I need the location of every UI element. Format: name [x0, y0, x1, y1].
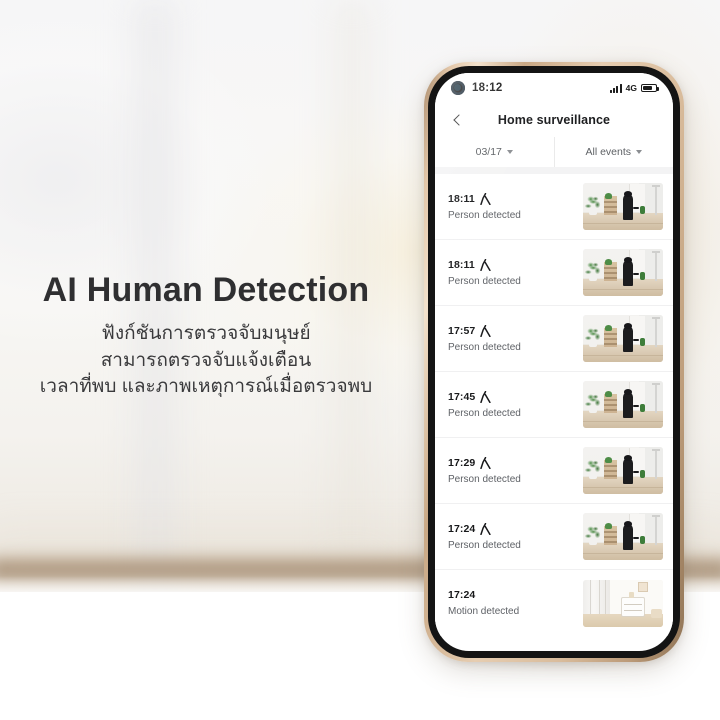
event-time-line: 18:11: [448, 258, 521, 271]
thumbnail-scene-room-person: [583, 381, 663, 428]
event-text: 17:24 Person detected: [448, 522, 521, 551]
table-row[interactable]: 17:45 Person detected: [435, 372, 673, 438]
event-label: Person detected: [448, 473, 521, 485]
thumbnail-scene-bright-room: [583, 579, 663, 627]
status-bar: 18:12 4G: [435, 73, 673, 103]
event-thumbnail[interactable]: [583, 513, 663, 560]
event-label: Person detected: [448, 341, 521, 353]
subcopy-line-1: ฟังก์ชันการตรวจจับมนุษย์: [101, 323, 311, 345]
thumbnail-scene-room-person: [583, 447, 663, 494]
event-list: 18:11 Person detected 18:11 Person detec…: [435, 174, 673, 636]
event-label: Person detected: [448, 209, 521, 221]
subcopy-line-3: เวลาที่พบ และภาพเหตุการณ์เมื่อตรวจพบ: [39, 375, 373, 397]
screen-title: Home surveillance: [497, 113, 611, 127]
status-bar-time: 18:12: [472, 82, 503, 94]
app-nav-bar: Home surveillance: [435, 103, 673, 137]
person-detected-icon: [480, 390, 492, 403]
event-text: 17:29 Person detected: [448, 456, 521, 485]
event-label: Person detected: [448, 275, 521, 287]
table-row[interactable]: 17:57 Person detected: [435, 306, 673, 372]
table-row[interactable]: 17:29 Person detected: [435, 438, 673, 504]
event-time: 17:24: [448, 589, 476, 601]
table-row[interactable]: 18:11 Person detected: [435, 240, 673, 306]
event-thumbnail[interactable]: [583, 447, 663, 494]
subcopy-line-2: สามารถตรวจจับแจ้งเตือน: [100, 349, 312, 371]
event-time: 17:24: [448, 522, 476, 535]
caret-down-icon: [506, 150, 513, 154]
battery-icon: [641, 83, 659, 93]
filter-divider-strip: [435, 167, 673, 174]
event-label: Motion detected: [448, 606, 520, 617]
event-time-line: 18:11: [448, 192, 521, 205]
event-text: 17:57 Person detected: [448, 324, 521, 353]
promo-banner: AI Human Detection ฟังก์ชันการตรวจจับมนุ…: [0, 0, 720, 720]
marketing-copy: AI Human Detection ฟังก์ชันการตรวจจับมนุ…: [0, 271, 412, 400]
event-time-line: 17:24: [448, 522, 521, 535]
person-detected-icon: [480, 192, 491, 205]
date-filter-label: 03/17: [475, 146, 502, 158]
event-label: Person detected: [448, 539, 521, 551]
thumbnail-scene-room-person: [583, 249, 663, 296]
person-detected-icon: [480, 324, 492, 337]
caret-down-icon: [636, 150, 643, 154]
person-detected-icon: [480, 258, 491, 271]
event-thumbnail[interactable]: [583, 315, 663, 362]
chevron-left-icon: [452, 114, 465, 126]
event-text: 17:24 Motion detected: [448, 589, 519, 617]
event-time: 17:45: [448, 390, 476, 403]
filter-bar: 03/17 All events: [435, 137, 673, 167]
event-thumbnail[interactable]: [583, 183, 663, 230]
table-row[interactable]: 18:11 Person detected: [435, 174, 673, 240]
event-thumbnail[interactable]: [583, 249, 663, 296]
front-camera-punch-hole-icon: [451, 81, 465, 95]
phone-mockup: 18:12 4G Home surveillance 03/17 All eve…: [424, 62, 684, 662]
thumbnail-scene-room-person: [583, 315, 663, 362]
signal-bars-icon: [610, 83, 622, 93]
event-time: 18:11: [448, 258, 475, 271]
page-title: AI Human Detection: [42, 271, 370, 309]
table-row[interactable]: 17:24 Person detected: [435, 504, 673, 570]
event-time: 17:57: [448, 324, 476, 337]
event-text: 17:45 Person detected: [448, 390, 521, 419]
status-bar-left: 18:12: [451, 81, 502, 95]
event-thumbnail[interactable]: [583, 381, 663, 428]
event-time-line: 17:24: [448, 589, 519, 601]
event-time: 17:29: [448, 456, 476, 469]
event-time: 18:11: [448, 192, 475, 205]
table-row[interactable]: 17:24 Motion detected: [435, 570, 673, 636]
event-time-line: 17:29: [448, 456, 521, 469]
person-detected-icon: [480, 456, 492, 469]
event-time-line: 17:45: [448, 390, 521, 403]
phone-screen: 18:12 4G Home surveillance 03/17 All eve…: [435, 73, 673, 651]
event-time-line: 17:57: [448, 324, 521, 337]
status-bar-right: 4G: [610, 83, 659, 93]
event-label: Person detected: [448, 407, 521, 419]
event-type-filter-dropdown[interactable]: All events: [553, 137, 674, 167]
thumbnail-scene-room-person: [583, 183, 663, 230]
event-type-filter-label: All events: [585, 146, 632, 158]
thumbnail-scene-room-person: [583, 513, 663, 560]
marketing-subcopy: ฟังก์ชันการตรวจจับมนุษย์ สามารถตรวจจับแจ…: [0, 321, 412, 400]
event-text: 18:11 Person detected: [448, 258, 521, 287]
back-button[interactable]: [447, 110, 467, 130]
event-thumbnail[interactable]: [583, 579, 663, 627]
event-text: 18:11 Person detected: [448, 192, 521, 221]
network-type-label: 4G: [625, 83, 637, 93]
person-detected-icon: [480, 522, 492, 535]
date-filter-dropdown[interactable]: 03/17: [435, 137, 554, 167]
